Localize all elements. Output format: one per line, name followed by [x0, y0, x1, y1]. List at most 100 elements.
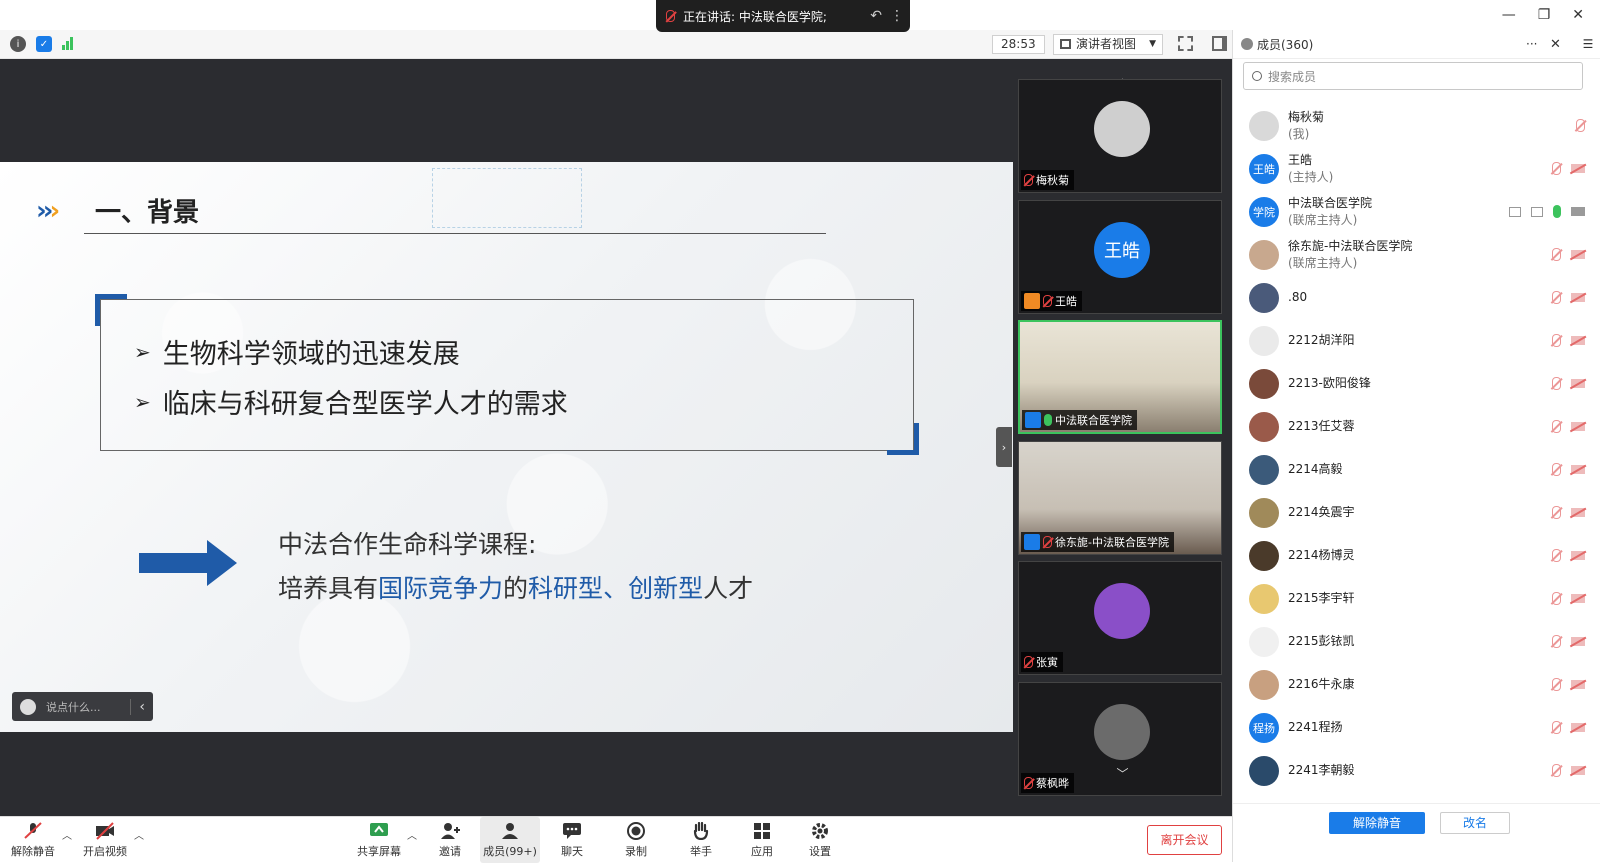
video-tile[interactable]: 梅秋菊 — [1018, 79, 1222, 193]
member-row[interactable]: 王皓 王皓 (主持人) — [1233, 147, 1600, 190]
unmute-all-button[interactable]: 解除静音 — [1329, 812, 1425, 834]
camera-off-icon[interactable] — [1571, 293, 1585, 302]
shield-icon[interactable]: ✓ — [36, 36, 52, 52]
camera-icon[interactable] — [1571, 207, 1585, 216]
apps-button[interactable]: 应用 — [742, 817, 782, 863]
mic-on-icon[interactable] — [1553, 205, 1561, 218]
video-tile[interactable]: 张寅 — [1018, 561, 1222, 675]
member-role: (我) — [1288, 126, 1310, 141]
member-row[interactable]: 2213-欧阳俊锋 — [1233, 362, 1600, 405]
menu-icon[interactable]: ☰ — [1576, 37, 1600, 51]
gallery-collapse-handle[interactable]: › — [996, 427, 1012, 467]
share-screen-button[interactable]: 共享屏幕 — [356, 817, 402, 863]
mic-off-icon[interactable] — [1552, 678, 1561, 691]
member-search-input[interactable]: 搜索成员 — [1243, 62, 1583, 90]
info-icon[interactable]: i — [10, 36, 26, 52]
more-vertical-icon[interactable]: ⋮ — [890, 8, 910, 24]
member-row[interactable]: 程扬 2241程扬 — [1233, 706, 1600, 749]
camera-off-icon[interactable] — [1571, 594, 1585, 603]
undo-icon[interactable]: ↶ — [870, 8, 882, 24]
camera-off-icon[interactable] — [1571, 723, 1585, 732]
chevron-left-icon[interactable]: ‹ — [130, 698, 153, 715]
mic-off-icon[interactable] — [1552, 635, 1561, 648]
close-window-button[interactable]: ✕ — [1572, 7, 1584, 23]
corner-bracket-bottom-right — [887, 423, 919, 455]
sidebar-toggle-icon[interactable] — [1212, 36, 1227, 51]
camera-off-icon[interactable] — [1571, 336, 1585, 345]
members-button[interactable]: 成员(99+) — [480, 817, 540, 863]
member-row[interactable]: 2213任艾蓉 — [1233, 405, 1600, 448]
mic-off-icon[interactable] — [1552, 420, 1561, 433]
settings-button[interactable]: 设置 — [800, 817, 840, 863]
invite-button[interactable]: 邀请 — [430, 817, 470, 863]
camera-off-icon[interactable] — [1571, 766, 1585, 775]
member-name-block: 2213-欧阳俊锋 — [1288, 375, 1371, 392]
member-row[interactable]: 2212胡洋阳 — [1233, 319, 1600, 362]
signal-icon[interactable] — [62, 36, 73, 50]
mic-off-icon[interactable] — [1552, 377, 1561, 390]
quick-chat-input[interactable]: 说点什么... ‹ — [12, 692, 153, 721]
member-name-block: 2241程扬 — [1288, 719, 1343, 736]
video-tile[interactable]: 王皓 王皓 — [1018, 200, 1222, 314]
unmute-button[interactable]: 解除静音 — [10, 817, 56, 863]
member-row[interactable]: 2214杨博灵 — [1233, 534, 1600, 577]
mic-off-icon[interactable] — [1552, 463, 1561, 476]
camera-off-icon[interactable] — [1571, 551, 1585, 560]
start-video-button[interactable]: 开启视频 — [82, 817, 128, 863]
chevron-down-icon[interactable]: ﹀ — [1013, 765, 1232, 782]
camera-off-icon[interactable] — [1571, 680, 1585, 689]
mic-off-icon[interactable] — [1576, 119, 1585, 132]
mic-off-icon[interactable] — [1552, 291, 1561, 304]
restore-button[interactable]: ❐ — [1538, 7, 1551, 23]
caret-up-icon[interactable]: ︿ — [407, 827, 417, 842]
member-row[interactable]: 2215李宇轩 — [1233, 577, 1600, 620]
mic-off-icon[interactable] — [1552, 334, 1561, 347]
member-row[interactable]: 2216牛永康 — [1233, 663, 1600, 706]
record-button[interactable]: 录制 — [616, 817, 656, 863]
mic-off-icon[interactable] — [1552, 506, 1561, 519]
close-panel-button[interactable]: ✕ — [1550, 37, 1572, 52]
raise-hand-button[interactable]: 举手 — [681, 817, 721, 863]
mic-off-icon[interactable] — [1552, 162, 1561, 175]
camera-off-icon[interactable] — [1571, 379, 1585, 388]
member-row[interactable]: .80 — [1233, 276, 1600, 319]
minimize-button[interactable]: — — [1502, 7, 1516, 23]
member-row[interactable]: 2214奂震宇 — [1233, 491, 1600, 534]
heading-divider — [84, 233, 826, 234]
member-row[interactable]: 2241李朝毅 — [1233, 749, 1600, 792]
camera-off-icon[interactable] — [1571, 164, 1585, 173]
mic-off-icon — [1043, 295, 1052, 307]
camera-off-icon[interactable] — [1571, 422, 1585, 431]
mic-off-icon[interactable] — [1552, 721, 1561, 734]
member-row[interactable]: 徐东旎-中法联合医学院 (联席主持人) — [1233, 233, 1600, 276]
member-status-icons — [1552, 506, 1585, 519]
bullet-arrow-icon: ➢ — [134, 339, 151, 364]
member-row[interactable]: 梅秋菊 (我) — [1233, 104, 1600, 147]
video-tile-active-speaker[interactable]: 中法联合医学院 — [1018, 320, 1222, 434]
camera-off-icon[interactable] — [1571, 637, 1585, 646]
mic-off-icon[interactable] — [1552, 592, 1561, 605]
video-tile[interactable]: 徐东旎-中法联合医学院 — [1018, 441, 1222, 555]
camera-off-icon[interactable] — [1571, 250, 1585, 259]
mic-off-icon[interactable] — [1552, 764, 1561, 777]
bullet-item: ➢ 临床与科研复合型医学人才的需求 — [134, 382, 568, 421]
caret-up-icon[interactable]: ︿ — [134, 827, 144, 842]
camera-off-icon[interactable] — [1571, 508, 1585, 517]
member-row[interactable]: 2214高毅 — [1233, 448, 1600, 491]
mic-off-icon[interactable] — [1552, 549, 1561, 562]
member-name: 2241程扬 — [1288, 720, 1343, 734]
more-options-icon[interactable]: ··· — [1526, 37, 1546, 51]
leave-meeting-button[interactable]: 离开会议 — [1147, 825, 1222, 855]
view-mode-select[interactable]: 演讲者视图 ▼ — [1053, 34, 1163, 55]
emoji-icon[interactable] — [20, 698, 36, 715]
mic-off-icon[interactable] — [1552, 248, 1561, 261]
course-goal-highlight: 科研型 — [528, 574, 604, 603]
member-name: 2213任艾蓉 — [1288, 419, 1355, 433]
rename-button[interactable]: 改名 — [1440, 812, 1510, 834]
member-row[interactable]: 2215彭铱凯 — [1233, 620, 1600, 663]
chat-button[interactable]: 聊天 — [552, 817, 592, 863]
camera-off-icon[interactable] — [1571, 465, 1585, 474]
caret-up-icon[interactable]: ︿ — [62, 827, 72, 842]
member-row[interactable]: 学院 中法联合医学院 (联席主持人) — [1233, 190, 1600, 233]
fullscreen-icon[interactable] — [1178, 36, 1193, 51]
